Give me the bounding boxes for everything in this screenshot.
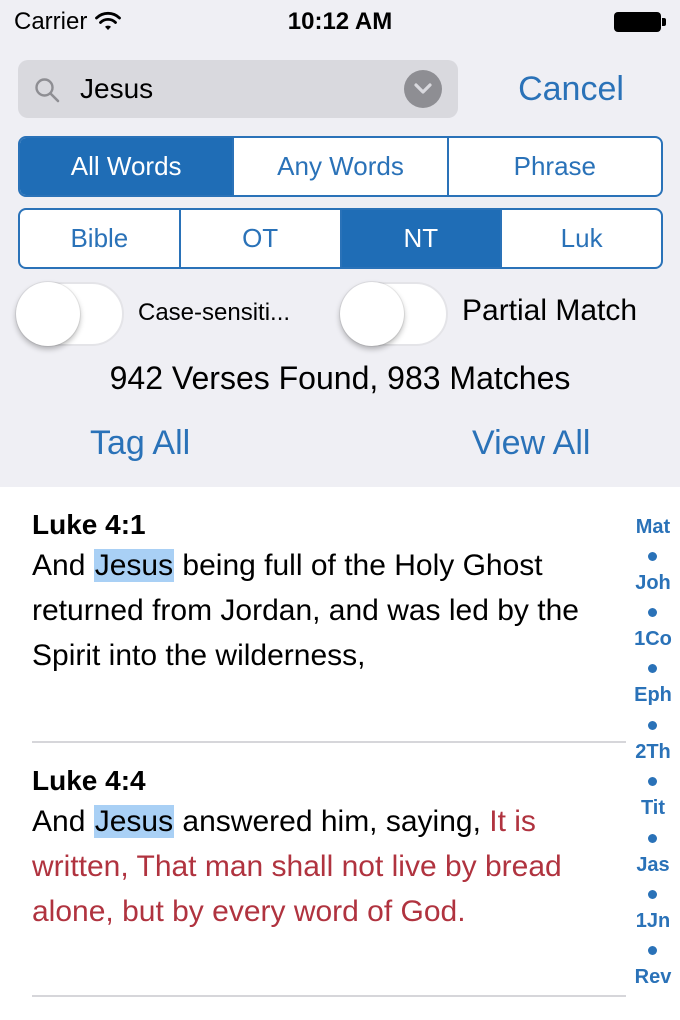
verse-reference: Luke 4:4	[32, 765, 146, 796]
cancel-button[interactable]: Cancel	[476, 62, 666, 116]
search-match-highlight: Jesus	[93, 549, 175, 582]
match-mode-segmented-control: All Words Any Words Phrase	[18, 136, 663, 197]
search-panel: Carrier 10:12 AM Cancel All Words Any Wo…	[0, 0, 680, 487]
verse-text-pre: And	[32, 549, 94, 582]
results-summary: 942 Verses Found, 983 Matches	[109, 360, 571, 396]
index-dot	[648, 552, 657, 561]
list-item[interactable]: Luke 4:4 And Jesus answered him, saying,…	[32, 763, 624, 934]
segment-ot[interactable]: OT	[178, 210, 340, 267]
verse-reference: Luke 4:1	[32, 509, 146, 540]
scope-segmented-control: Bible OT NT Luk	[18, 208, 663, 269]
case-sensitive-label: Case-sensiti...	[138, 299, 291, 326]
search-bar[interactable]	[18, 60, 458, 118]
index-item-1co[interactable]: 1Co	[626, 628, 680, 651]
index-dot	[648, 608, 657, 617]
index-dot	[648, 946, 657, 955]
index-item-joh[interactable]: Joh	[626, 572, 680, 595]
verse-text: And Jesus answered him, saying, It is wr…	[32, 799, 624, 934]
status-bar: Carrier 10:12 AM	[0, 0, 680, 44]
search-icon	[35, 78, 60, 103]
search-input[interactable]	[80, 68, 400, 110]
index-dot	[648, 664, 657, 673]
list-item[interactable]: Luke 4:1 And Jesus being full of the Hol…	[32, 507, 624, 678]
index-item-mat[interactable]: Mat	[626, 516, 680, 539]
verse-text-pre: And	[32, 805, 94, 838]
index-dot	[648, 721, 657, 730]
clock: 10:12 AM	[287, 8, 393, 35]
index-dot	[648, 890, 657, 899]
index-dot	[648, 777, 657, 786]
partial-match-label: Partial Match	[462, 294, 638, 327]
segment-any-words[interactable]: Any Words	[232, 138, 446, 195]
results-list[interactable]: Luke 4:1 And Jesus being full of the Hol…	[0, 487, 626, 1020]
chevron-down-icon	[414, 83, 432, 94]
index-item-tit[interactable]: Tit	[626, 797, 680, 820]
segment-nt[interactable]: NT	[339, 210, 501, 267]
verse-text-post: answered him, saying,	[174, 805, 490, 838]
divider	[32, 741, 626, 743]
index-item-2th[interactable]: 2Th	[626, 741, 680, 764]
tag-all-button[interactable]: Tag All	[90, 424, 190, 463]
segment-phrase[interactable]: Phrase	[446, 138, 661, 195]
segment-luk[interactable]: Luk	[500, 210, 661, 267]
search-options-button[interactable]	[404, 70, 442, 108]
partial-match-toggle[interactable]	[340, 282, 448, 346]
index-item-rev[interactable]: Rev	[626, 966, 680, 989]
index-item-eph[interactable]: Eph	[626, 684, 680, 707]
index-dot	[648, 834, 657, 843]
verse-text: And Jesus being full of the Holy Ghost r…	[32, 543, 624, 678]
index-item-jas[interactable]: Jas	[626, 854, 680, 877]
search-match-highlight: Jesus	[93, 805, 175, 838]
segment-bible[interactable]: Bible	[20, 210, 179, 267]
segment-all-words[interactable]: All Words	[20, 138, 233, 195]
divider	[32, 995, 626, 997]
battery-icon	[614, 12, 666, 32]
view-all-button[interactable]: View All	[472, 424, 590, 463]
case-sensitive-toggle[interactable]	[16, 282, 124, 346]
index-item-1jn[interactable]: 1Jn	[626, 910, 680, 933]
